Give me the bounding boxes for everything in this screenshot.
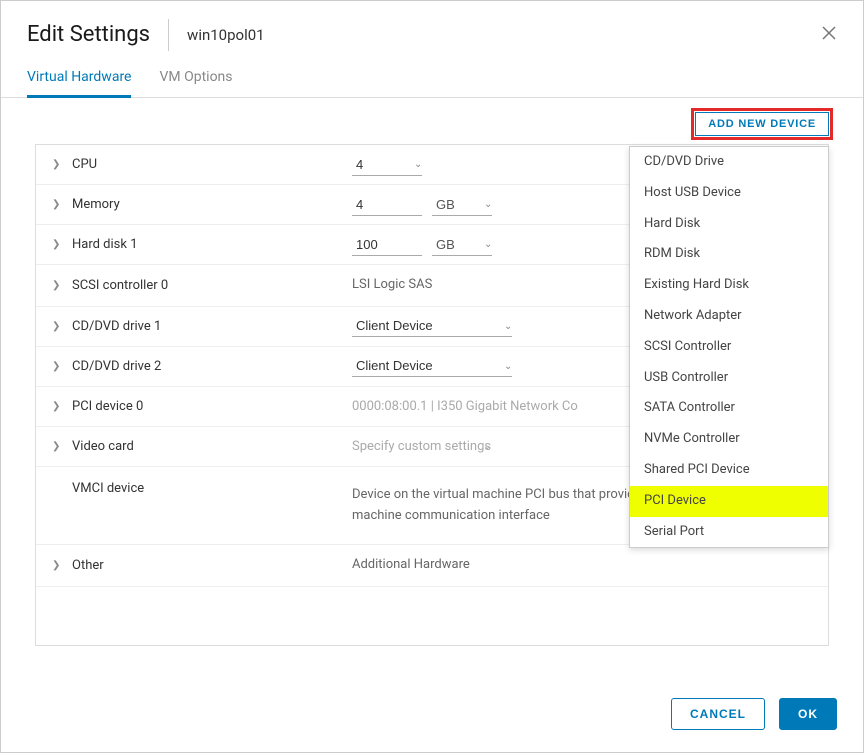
row-label: CD/DVD drive 2 <box>72 359 352 374</box>
hard-disk-size-input[interactable] <box>352 234 422 256</box>
memory-size-input[interactable] <box>352 194 422 216</box>
cpu-count-select[interactable] <box>352 154 422 176</box>
row-label: Hard disk 1 <box>72 237 352 252</box>
ok-button[interactable]: OK <box>779 698 837 730</box>
dropdown-item-usb-controller[interactable]: USB Controller <box>630 363 828 394</box>
other-value: Additional Hardware <box>352 551 470 580</box>
content-area: ❯ CPU ⌄ ❯ Memory ⌄ ❯ Hard disk 1 <box>1 144 863 646</box>
dropdown-item-rdm-disk[interactable]: RDM Disk <box>630 239 828 270</box>
memory-unit-select[interactable] <box>432 194 492 216</box>
cancel-button[interactable]: CANCEL <box>671 698 765 730</box>
row-label: PCI device 0 <box>72 399 352 414</box>
dropdown-item-pci-device[interactable]: PCI Device <box>630 486 828 517</box>
tab-vm-options[interactable]: VM Options <box>159 61 232 97</box>
chevron-right-icon[interactable]: ❯ <box>52 280 62 291</box>
chevron-right-icon[interactable]: ❯ <box>52 321 62 332</box>
cd-dvd-1-select[interactable] <box>352 315 512 337</box>
row-blank <box>36 587 828 645</box>
dropdown-item-existing-hard-disk[interactable]: Existing Hard Disk <box>630 270 828 301</box>
hard-disk-unit-select[interactable] <box>432 234 492 256</box>
edit-settings-dialog: Edit Settings win10pol01 Virtual Hardwar… <box>0 0 864 753</box>
dialog-header: Edit Settings win10pol01 <box>1 1 863 61</box>
video-card-value[interactable]: Specify custom settings <box>352 439 491 454</box>
chevron-right-icon[interactable]: ❯ <box>52 159 62 170</box>
row-label: CPU <box>72 157 352 172</box>
row-label: CD/DVD drive 1 <box>72 319 352 334</box>
row-label: VMCI device <box>72 481 352 496</box>
row-label: SCSI controller 0 <box>72 278 352 293</box>
add-device-dropdown: CD/DVD DriveHost USB DeviceHard DiskRDM … <box>629 146 829 548</box>
dropdown-item-nvme-controller[interactable]: NVMe Controller <box>630 424 828 455</box>
tabs: Virtual Hardware VM Options <box>1 61 863 98</box>
chevron-right-icon[interactable]: ❯ <box>52 560 62 571</box>
cd-dvd-2-select[interactable] <box>352 355 512 377</box>
dropdown-item-hard-disk[interactable]: Hard Disk <box>630 209 828 240</box>
dropdown-item-host-usb-device[interactable]: Host USB Device <box>630 178 828 209</box>
chevron-right-icon[interactable]: ❯ <box>52 361 62 372</box>
row-label: Video card <box>72 439 352 454</box>
dropdown-item-cd-dvd-drive[interactable]: CD/DVD Drive <box>630 147 828 178</box>
close-icon[interactable] <box>821 24 837 46</box>
dropdown-item-shared-pci-device[interactable]: Shared PCI Device <box>630 455 828 486</box>
chevron-right-icon[interactable]: ❯ <box>52 441 62 452</box>
row-other: ❯ Other Additional Hardware <box>36 545 828 587</box>
dropdown-item-network-adapter[interactable]: Network Adapter <box>630 301 828 332</box>
dialog-subtitle: win10pol01 <box>187 26 265 44</box>
dialog-title: Edit Settings <box>27 19 169 51</box>
row-label: Other <box>72 558 352 573</box>
dropdown-item-sata-controller[interactable]: SATA Controller <box>630 393 828 424</box>
chevron-right-icon[interactable]: ❯ <box>52 199 62 210</box>
add-new-device-button[interactable]: ADD NEW DEVICE <box>695 112 829 136</box>
dialog-footer: CANCEL OK <box>1 680 863 752</box>
scsi-value: LSI Logic SAS <box>352 271 432 300</box>
chevron-right-icon[interactable]: ❯ <box>52 239 62 250</box>
row-label: Memory <box>72 197 352 212</box>
toolbar: ADD NEW DEVICE <box>1 98 863 144</box>
tab-virtual-hardware[interactable]: Virtual Hardware <box>27 61 131 98</box>
dropdown-item-scsi-controller[interactable]: SCSI Controller <box>630 332 828 363</box>
dropdown-item-serial-port[interactable]: Serial Port <box>630 517 828 548</box>
pci-device-0-value: 0000:08:00.1 | I350 Gigabit Network Co <box>352 399 578 414</box>
chevron-right-icon[interactable]: ❯ <box>52 401 62 412</box>
